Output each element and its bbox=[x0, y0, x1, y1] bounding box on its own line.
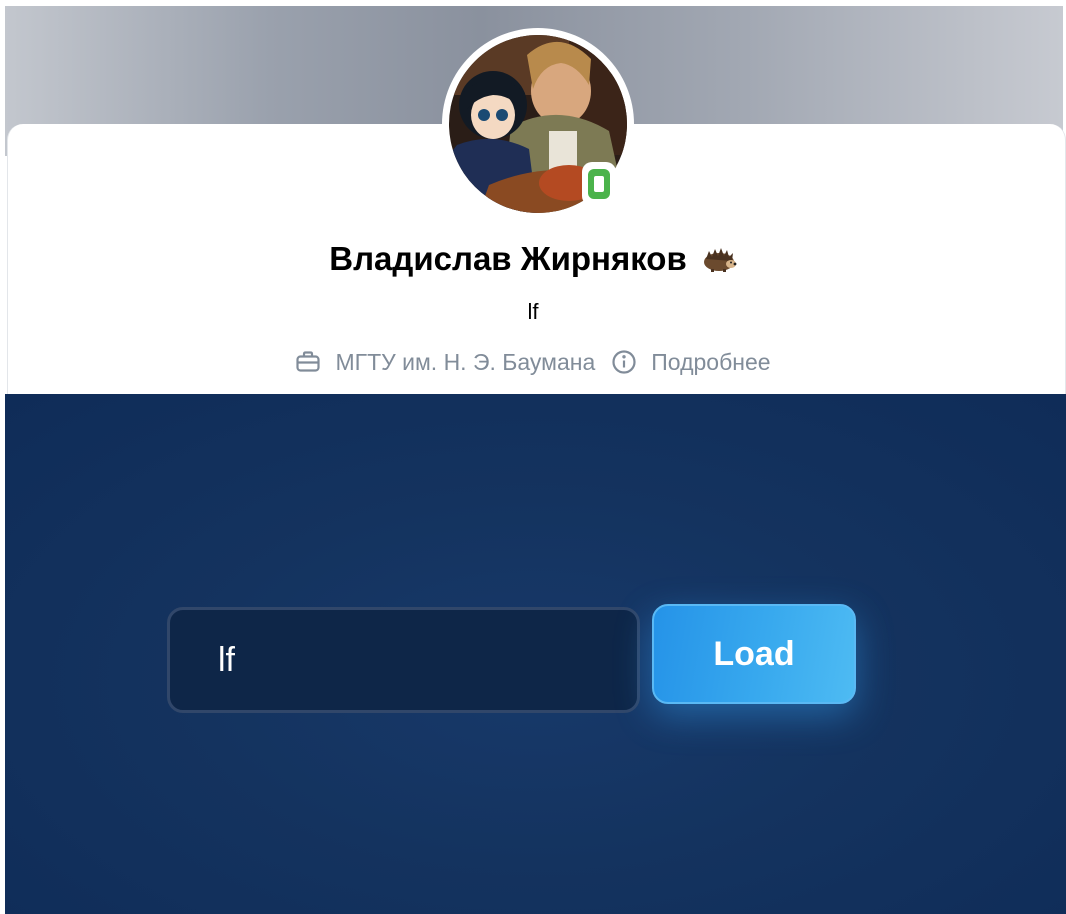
hedgehog-emoji-icon bbox=[701, 245, 737, 273]
info-item-work[interactable]: МГТУ им. Н. Э. Баумана bbox=[295, 349, 595, 376]
profile-name: Владислав Жирняков bbox=[329, 240, 687, 277]
briefcase-icon bbox=[295, 349, 321, 375]
profile-name-row: Владислав Жирняков bbox=[0, 237, 1066, 281]
info-item-more[interactable]: Подробнее bbox=[611, 348, 771, 376]
info-item-more-label: Подробнее bbox=[651, 348, 771, 375]
load-button[interactable]: Load bbox=[652, 604, 856, 704]
online-status-badge bbox=[582, 162, 616, 206]
avatar[interactable] bbox=[442, 28, 634, 220]
page-frame: Владислав Жирняков lf МГТУ им. Н. Э. Бау… bbox=[0, 0, 1066, 914]
info-circle-icon bbox=[611, 349, 637, 375]
profile-info-row: МГТУ им. Н. Э. Баумана Подробнее bbox=[0, 346, 1066, 378]
info-item-work-label: МГТУ им. Н. Э. Баумана bbox=[335, 348, 596, 375]
profile-status: lf bbox=[527, 299, 539, 324]
mobile-online-icon bbox=[588, 169, 610, 199]
load-input[interactable] bbox=[167, 607, 640, 713]
